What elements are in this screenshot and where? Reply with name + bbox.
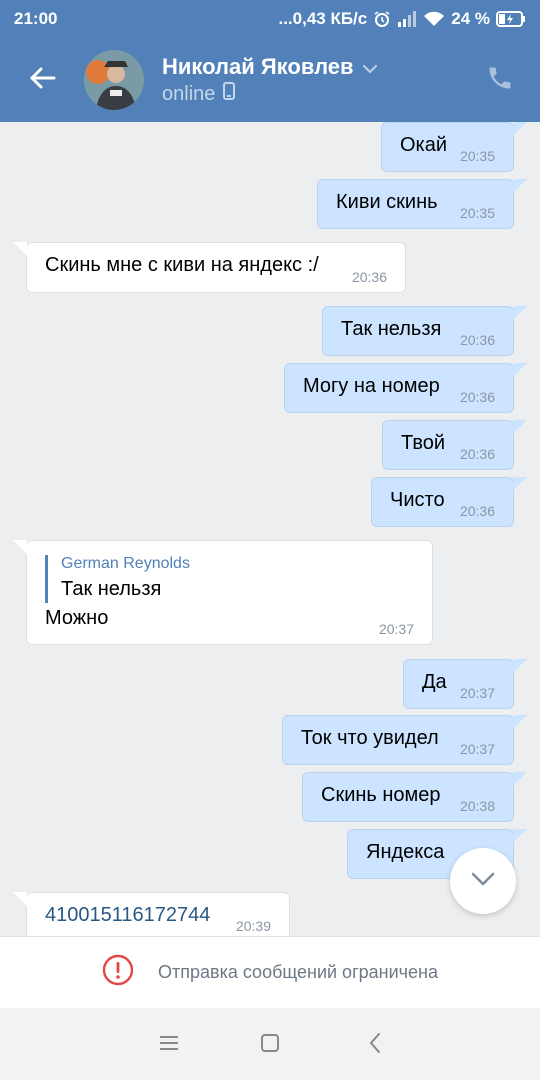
mobile-icon xyxy=(223,82,236,106)
message-time: 20:37 xyxy=(378,621,414,637)
message-text: Можно xyxy=(45,607,109,629)
restricted-text: Отправка сообщений ограничена xyxy=(158,962,438,982)
scroll-down-button[interactable] xyxy=(450,848,516,914)
phone-icon xyxy=(486,64,514,97)
contact-status-label: online xyxy=(162,82,216,105)
message-bubble[interactable]: Скинь мне с киви на яндекс :/ 20:36 xyxy=(13,242,406,293)
message-text: Скинь номер xyxy=(321,784,441,806)
message-bubble[interactable]: Киви скинь 20:35 xyxy=(317,179,527,229)
avatar[interactable] xyxy=(84,50,144,110)
message-text: Да xyxy=(422,671,447,693)
battery-percent: 24 % xyxy=(451,9,490,28)
message-time: 20:35 xyxy=(459,205,495,221)
message-time: 20:36 xyxy=(459,503,495,519)
message-text: Скинь мне с киви на яндекс :/ xyxy=(45,254,319,276)
message-time: 20:36 xyxy=(459,389,495,405)
contact-name-label: Николай Яковлев xyxy=(162,54,354,79)
message-text: Твой xyxy=(401,432,446,454)
message-bubble[interactable]: Чисто 20:36 xyxy=(371,477,527,527)
reply-text: Так нельзя xyxy=(61,578,162,600)
message-time: 20:37 xyxy=(459,685,495,701)
system-nav-bar xyxy=(0,1008,540,1080)
message-time: 20:37 xyxy=(459,741,495,757)
message-bubble[interactable]: Скинь номер 20:38 xyxy=(302,772,527,822)
message-text: Ток что увидел xyxy=(301,727,439,749)
restricted-composer: Отправка сообщений ограничена xyxy=(0,936,540,1008)
status-time: 21:00 xyxy=(14,9,58,28)
message-bubble[interactable]: Ток что увидел 20:37 xyxy=(282,715,527,765)
message-bubble[interactable]: Окай 20:35 xyxy=(381,122,527,172)
message-bubble[interactable]: 410015116172744 20:39 xyxy=(13,892,290,936)
message-text: Киви скинь xyxy=(336,191,438,213)
status-bar: 21:00 ...0,43 КБ/с 24 % xyxy=(0,0,540,38)
message-link[interactable]: 410015116172744 xyxy=(45,904,210,927)
message-list[interactable]: Окай 20:35 Киви скинь 20:35 Скинь мне с … xyxy=(0,122,540,936)
contact-status: online xyxy=(162,82,236,106)
square-icon xyxy=(260,1033,280,1058)
message-text: Чисто xyxy=(390,489,445,511)
message-time: 20:36 xyxy=(459,446,495,462)
message-time: 20:36 xyxy=(351,269,387,285)
message-bubble[interactable]: Да 20:37 xyxy=(403,659,527,709)
message-text: Яндекса xyxy=(366,841,445,863)
signal-icon xyxy=(397,11,417,27)
message-text: Так нельзя xyxy=(341,318,442,340)
call-button[interactable] xyxy=(482,62,518,98)
exclamation-circle-icon xyxy=(102,954,134,991)
alarm-icon xyxy=(373,10,391,28)
back-button[interactable] xyxy=(24,62,60,98)
wifi-icon xyxy=(423,11,445,27)
net-speed: ...0,43 КБ/с xyxy=(278,9,368,28)
message-time: 20:36 xyxy=(459,332,495,348)
nav-menu-button[interactable] xyxy=(154,1030,184,1060)
message-bubble[interactable]: Могу на номер 20:36 xyxy=(284,363,527,413)
status-indicators: ...0,43 КБ/с 24 % xyxy=(278,9,526,29)
message-bubble[interactable]: Твой 20:36 xyxy=(382,420,527,470)
reply-quote-bar xyxy=(45,555,48,603)
arrow-left-icon xyxy=(28,66,56,95)
message-time: 20:35 xyxy=(459,148,495,164)
chevron-down-icon xyxy=(470,871,496,892)
battery-icon xyxy=(496,11,526,27)
message-text: Могу на номер xyxy=(303,375,440,397)
nav-home-button[interactable] xyxy=(255,1030,285,1060)
nav-back-button[interactable] xyxy=(360,1030,390,1060)
contact-name[interactable]: Николай Яковлев xyxy=(162,54,378,80)
menu-icon xyxy=(159,1035,179,1056)
message-bubble[interactable]: German Reynolds Так нельзя Можно 20:37 xyxy=(13,540,433,645)
chevron-left-icon xyxy=(368,1032,382,1059)
message-time: 20:39 xyxy=(235,918,271,934)
chevron-down-icon xyxy=(362,54,378,80)
message-time: 20:38 xyxy=(459,798,495,814)
message-text: Окай xyxy=(400,134,448,156)
reply-author[interactable]: German Reynolds xyxy=(61,555,190,573)
chat-header: 21:00 ...0,43 КБ/с 24 % Николай Яковлев … xyxy=(0,0,540,122)
message-bubble[interactable]: Так нельзя 20:36 xyxy=(322,306,527,356)
